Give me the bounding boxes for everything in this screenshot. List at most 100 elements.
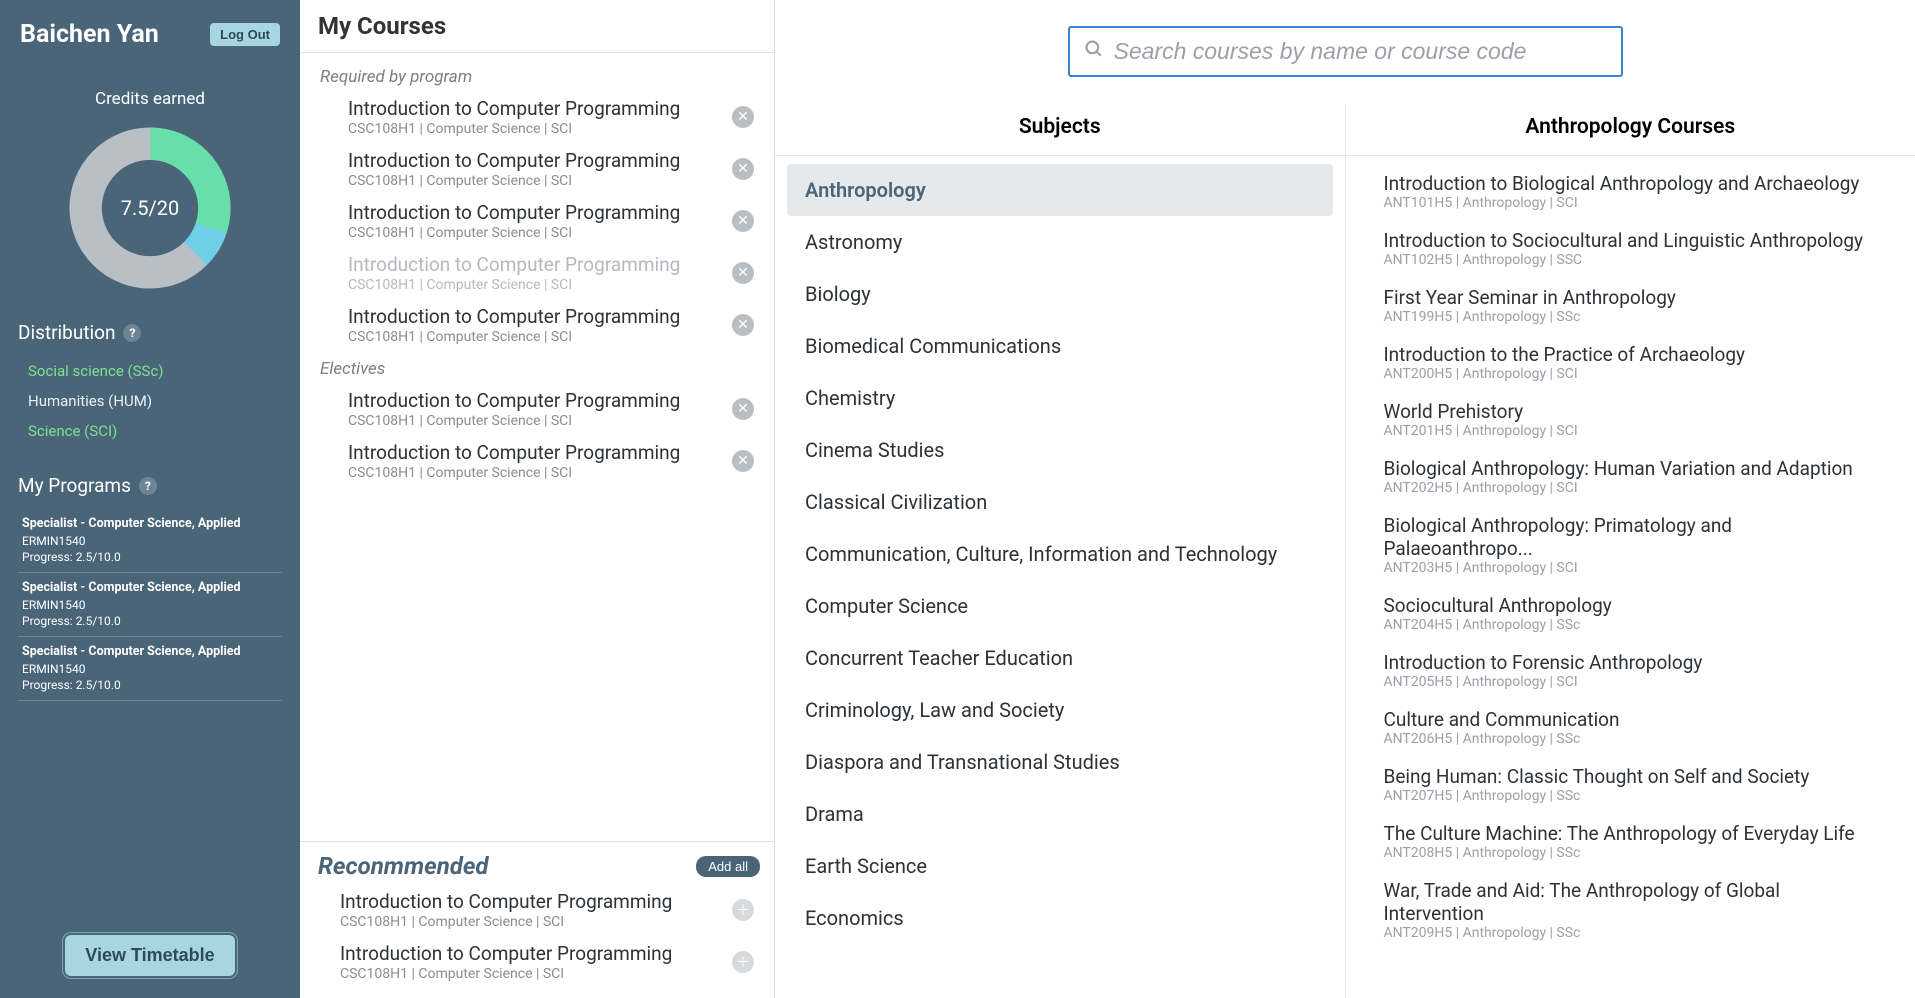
subject-item[interactable]: Cinema Studies: [787, 424, 1333, 476]
distribution-heading: Distribution ?: [18, 321, 282, 344]
sidebar-header: Baichen Yan Log Out: [12, 20, 288, 49]
subject-item[interactable]: Astronomy: [787, 216, 1333, 268]
subjects-heading: Subjects: [775, 105, 1345, 156]
course-title: Introduction to Computer Programming: [348, 97, 680, 120]
courses-list[interactable]: Introduction to Biological Anthropology …: [1346, 156, 1915, 998]
subject-item[interactable]: Diaspora and Transnational Studies: [787, 736, 1333, 788]
catalog-item[interactable]: Biological Anthropology: Primatology and…: [1354, 506, 1908, 586]
catalog-item[interactable]: Biological Anthropology: Human Variation…: [1354, 449, 1908, 506]
search-icon: [1084, 39, 1104, 64]
program-item[interactable]: Specialist - Computer Science, AppliedER…: [18, 637, 282, 701]
remove-course-icon[interactable]: ✕: [732, 314, 754, 336]
course-row[interactable]: Introduction to Computer ProgrammingCSC1…: [318, 301, 760, 353]
catalog-title: Biological Anthropology: Human Variation…: [1384, 457, 1878, 480]
remove-course-icon[interactable]: ✕: [732, 262, 754, 284]
subjects-list[interactable]: AnthropologyAstronomyBiologyBiomedical C…: [775, 156, 1345, 998]
course-title: Introduction to Computer Programming: [348, 441, 680, 464]
search-input[interactable]: [1114, 38, 1607, 65]
course-meta: CSC108H1 | Computer Science | SCI: [348, 413, 680, 429]
catalog-item[interactable]: Being Human: Classic Thought on Self and…: [1354, 757, 1908, 814]
add-course-icon[interactable]: ＋: [732, 951, 754, 973]
course-meta: CSC108H1 | Computer Science | SCI: [340, 914, 672, 930]
programs-section: My Programs ? Specialist - Computer Scie…: [12, 474, 288, 919]
subject-item[interactable]: Chemistry: [787, 372, 1333, 424]
recommended-row[interactable]: Introduction to Computer ProgrammingCSC1…: [318, 938, 760, 990]
catalog-title: First Year Seminar in Anthropology: [1384, 286, 1878, 309]
catalog-title: Biological Anthropology: Primatology and…: [1384, 514, 1878, 560]
logout-button[interactable]: Log Out: [210, 23, 280, 46]
course-row[interactable]: Introduction to Computer ProgrammingCSC1…: [318, 145, 760, 197]
program-title: Specialist - Computer Science, Applied: [22, 643, 278, 661]
help-icon[interactable]: ?: [123, 324, 141, 342]
search-wrap: [775, 0, 1915, 105]
course-row[interactable]: Introduction to Computer ProgrammingCSC1…: [318, 437, 760, 489]
course-meta: CSC108H1 | Computer Science | SCI: [348, 173, 680, 189]
catalog-item[interactable]: Sociocultural AnthropologyANT204H5 | Ant…: [1354, 586, 1908, 643]
remove-course-icon[interactable]: ✕: [732, 450, 754, 472]
distribution-item: Social science (SSc): [18, 356, 282, 386]
catalog-item[interactable]: Culture and CommunicationANT206H5 | Anth…: [1354, 700, 1908, 757]
catalog-meta: ANT207H5 | Anthropology | SSc: [1384, 788, 1878, 804]
program-item[interactable]: Specialist - Computer Science, AppliedER…: [18, 509, 282, 573]
catalog-item[interactable]: War, Trade and Aid: The Anthropology of …: [1354, 871, 1908, 951]
distribution-section: Distribution ? Social science (SSc)Human…: [12, 321, 288, 446]
credits-label: Credits earned: [12, 89, 288, 109]
subject-item[interactable]: Criminology, Law and Society: [787, 684, 1333, 736]
remove-course-icon[interactable]: ✕: [732, 210, 754, 232]
subject-item[interactable]: Communication, Culture, Information and …: [787, 528, 1333, 580]
catalog-panel: Subjects AnthropologyAstronomyBiologyBio…: [775, 0, 1915, 998]
distribution-item: Science (SCI): [18, 416, 282, 446]
catalog-item[interactable]: Introduction to Sociocultural and Lingui…: [1354, 221, 1908, 278]
credits-section: Credits earned 7.5/20: [12, 89, 288, 293]
catalog-item[interactable]: First Year Seminar in AnthropologyANT199…: [1354, 278, 1908, 335]
subject-item[interactable]: Classical Civilization: [787, 476, 1333, 528]
program-progress: Progress: 2.5/10.0: [22, 677, 278, 694]
subjects-column: Subjects AnthropologyAstronomyBiologyBio…: [775, 105, 1345, 998]
subject-item[interactable]: Biology: [787, 268, 1333, 320]
course-title: Introduction to Computer Programming: [348, 305, 680, 328]
subject-item[interactable]: Biomedical Communications: [787, 320, 1333, 372]
distribution-heading-text: Distribution: [18, 321, 115, 344]
catalog-item[interactable]: Introduction to Forensic AnthropologyANT…: [1354, 643, 1908, 700]
catalog-title: Introduction to the Practice of Archaeol…: [1384, 343, 1878, 366]
search-box[interactable]: [1068, 26, 1623, 77]
sidebar: Baichen Yan Log Out Credits earned 7.5/2…: [0, 0, 300, 998]
subject-item[interactable]: Computer Science: [787, 580, 1333, 632]
catalog-item[interactable]: The Culture Machine: The Anthropology of…: [1354, 814, 1908, 871]
courses-heading: Anthropology Courses: [1346, 105, 1915, 156]
catalog-meta: ANT203H5 | Anthropology | SCI: [1384, 560, 1878, 576]
catalog-meta: ANT199H5 | Anthropology | SSc: [1384, 309, 1878, 325]
lists-wrap: Subjects AnthropologyAstronomyBiologyBio…: [775, 105, 1915, 998]
catalog-item[interactable]: World PrehistoryANT201H5 | Anthropology …: [1354, 392, 1908, 449]
remove-course-icon[interactable]: ✕: [732, 158, 754, 180]
courses-column: Anthropology Courses Introduction to Bio…: [1345, 105, 1915, 998]
course-row[interactable]: Introduction to Computer ProgrammingCSC1…: [318, 385, 760, 437]
catalog-meta: ANT206H5 | Anthropology | SSc: [1384, 731, 1878, 747]
course-title: Introduction to Computer Programming: [340, 890, 672, 913]
subject-item[interactable]: Anthropology: [787, 164, 1333, 216]
course-meta: CSC108H1 | Computer Science | SCI: [340, 966, 672, 982]
course-group-label: Electives: [320, 359, 760, 379]
subject-item[interactable]: Concurrent Teacher Education: [787, 632, 1333, 684]
course-row[interactable]: Introduction to Computer ProgrammingCSC1…: [318, 249, 760, 301]
add-all-button[interactable]: Add all: [696, 856, 760, 877]
catalog-item[interactable]: Introduction to Biological Anthropology …: [1354, 164, 1908, 221]
add-course-icon[interactable]: ＋: [732, 899, 754, 921]
subject-item[interactable]: Drama: [787, 788, 1333, 840]
my-courses-list[interactable]: Required by programIntroduction to Compu…: [300, 53, 774, 841]
view-timetable-button[interactable]: View Timetable: [63, 933, 236, 978]
recommended-row[interactable]: Introduction to Computer ProgrammingCSC1…: [318, 886, 760, 938]
catalog-meta: ANT202H5 | Anthropology | SCI: [1384, 480, 1878, 496]
help-icon[interactable]: ?: [139, 477, 157, 495]
recommended-section: Reconmmended Add all Introduction to Com…: [300, 841, 774, 998]
course-row[interactable]: Introduction to Computer ProgrammingCSC1…: [318, 197, 760, 249]
remove-course-icon[interactable]: ✕: [732, 398, 754, 420]
program-title: Specialist - Computer Science, Applied: [22, 579, 278, 597]
subject-item[interactable]: Earth Science: [787, 840, 1333, 892]
remove-course-icon[interactable]: ✕: [732, 106, 754, 128]
subject-item[interactable]: Economics: [787, 892, 1333, 944]
program-title: Specialist - Computer Science, Applied: [22, 515, 278, 533]
program-item[interactable]: Specialist - Computer Science, AppliedER…: [18, 573, 282, 637]
catalog-item[interactable]: Introduction to the Practice of Archaeol…: [1354, 335, 1908, 392]
course-row[interactable]: Introduction to Computer ProgrammingCSC1…: [318, 93, 760, 145]
